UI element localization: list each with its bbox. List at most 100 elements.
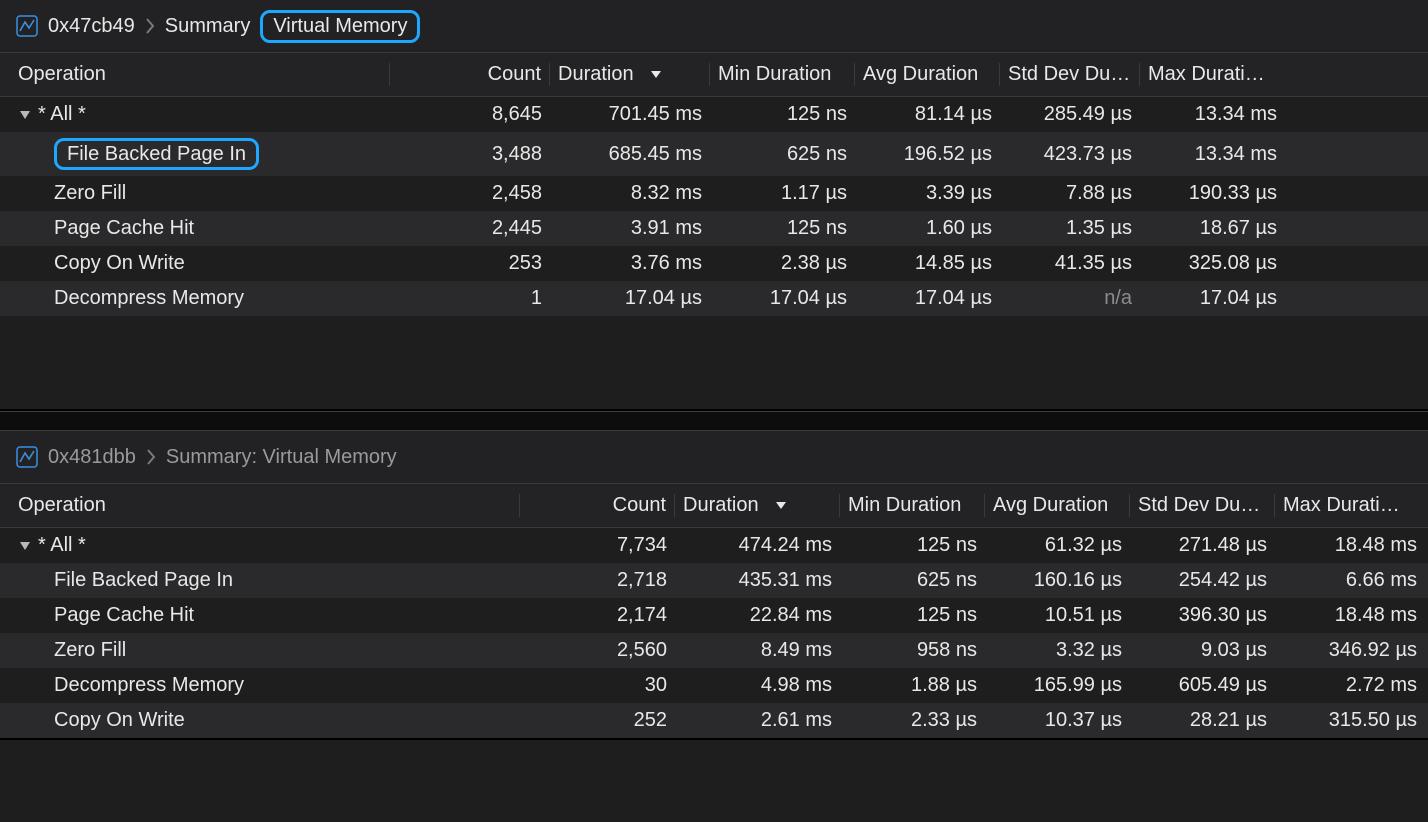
cell-max: 190.33 µs [1140, 182, 1285, 205]
cell-max: 2.72 ms [1275, 674, 1425, 697]
cell-min: 625 ns [840, 569, 985, 592]
cell-max: 6.66 ms [1275, 569, 1425, 592]
panel-bottom: 0x481dbb Summary: Virtual Memory Operati… [0, 431, 1428, 740]
breadcrumb-address[interactable]: 0x47cb49 [48, 15, 135, 38]
table-row[interactable]: Decompress Memory 1 17.04 µs 17.04 µs 17… [0, 281, 1428, 316]
cell-std: 7.88 µs [1000, 182, 1140, 205]
cell-avg: 61.32 µs [985, 534, 1130, 557]
row-name: File Backed Page In [54, 569, 233, 592]
cell-count: 3,488 [390, 143, 550, 166]
cell-std: 1.35 µs [1000, 217, 1140, 240]
table-row[interactable]: * All * 8,645 701.45 ms 125 ns 81.14 µs … [0, 97, 1428, 132]
cell-dur: 3.76 ms [550, 252, 710, 275]
cell-dur: 435.31 ms [675, 569, 840, 592]
col-count[interactable]: Count [520, 494, 675, 517]
cell-avg: 1.60 µs [855, 217, 1000, 240]
table-row[interactable]: Zero Fill 2,458 8.32 ms 1.17 µs 3.39 µs … [0, 176, 1428, 211]
breadcrumb: 0x47cb49 Summary Virtual Memory [0, 0, 1428, 53]
table-row[interactable]: File Backed Page In 2,718 435.31 ms 625 … [0, 563, 1428, 598]
row-name: * All * [38, 103, 86, 126]
cell-avg: 10.51 µs [985, 604, 1130, 627]
table-row[interactable]: Page Cache Hit 2,174 22.84 ms 125 ns 10.… [0, 598, 1428, 633]
panel-top: 0x47cb49 Summary Virtual Memory Operatio… [0, 0, 1428, 411]
row-name: Zero Fill [54, 182, 126, 205]
breadcrumb-summary[interactable]: Summary [165, 15, 251, 38]
table-row[interactable]: * All * 7,734 474.24 ms 125 ns 61.32 µs … [0, 528, 1428, 563]
cell-dur: 17.04 µs [550, 287, 710, 310]
col-duration[interactable]: Duration [550, 63, 710, 86]
table-header: Operation Count Duration Min Duration Av… [0, 53, 1428, 97]
disclosure-triangle-icon[interactable] [18, 108, 32, 122]
col-duration[interactable]: Duration [675, 494, 840, 517]
cell-count: 2,445 [390, 217, 550, 240]
row-name: Copy On Write [54, 709, 185, 732]
cell-dur: 685.45 ms [550, 143, 710, 166]
table-row[interactable]: Decompress Memory 30 4.98 ms 1.88 µs 165… [0, 668, 1428, 703]
cell-avg: 17.04 µs [855, 287, 1000, 310]
cell-count: 2,458 [390, 182, 550, 205]
sort-descending-icon [774, 499, 788, 511]
cell-avg: 10.37 µs [985, 709, 1130, 732]
table-row[interactable]: File Backed Page In 3,488 685.45 ms 625 … [0, 132, 1428, 176]
cell-std: 271.48 µs [1130, 534, 1275, 557]
disclosure-triangle-icon[interactable] [18, 539, 32, 553]
cell-avg: 196.52 µs [855, 143, 1000, 166]
table-row[interactable]: Page Cache Hit 2,445 3.91 ms 125 ns 1.60… [0, 211, 1428, 246]
breadcrumb-address[interactable]: 0x481dbb [48, 446, 136, 469]
cell-max: 13.34 ms [1140, 103, 1285, 126]
cell-max: 18.67 µs [1140, 217, 1285, 240]
cell-count: 2,560 [520, 639, 675, 662]
col-operation[interactable]: Operation [10, 63, 390, 86]
cell-max: 18.48 ms [1275, 534, 1425, 557]
cell-std: 605.49 µs [1130, 674, 1275, 697]
cell-dur: 3.91 ms [550, 217, 710, 240]
breadcrumb-summary[interactable]: Summary: Virtual Memory [166, 446, 397, 469]
col-std-dev[interactable]: Std Dev Du… [1130, 494, 1275, 517]
cell-std: 41.35 µs [1000, 252, 1140, 275]
cell-count: 8,645 [390, 103, 550, 126]
cell-avg: 165.99 µs [985, 674, 1130, 697]
table-row[interactable]: Copy On Write 253 3.76 ms 2.38 µs 14.85 … [0, 246, 1428, 281]
col-max-duration[interactable]: Max Durati… [1140, 63, 1285, 86]
table-header: Operation Count Duration Min Duration Av… [0, 484, 1428, 528]
table-row[interactable]: Zero Fill 2,560 8.49 ms 958 ns 3.32 µs 9… [0, 633, 1428, 668]
cell-avg: 3.39 µs [855, 182, 1000, 205]
cell-dur: 8.32 ms [550, 182, 710, 205]
cell-min: 1.88 µs [840, 674, 985, 697]
cell-max: 13.34 ms [1140, 143, 1285, 166]
cell-min: 958 ns [840, 639, 985, 662]
breadcrumb-virtual-memory-highlight[interactable]: Virtual Memory [260, 10, 420, 43]
col-std-dev[interactable]: Std Dev Du… [1000, 63, 1140, 86]
row-name: Copy On Write [54, 252, 185, 275]
cell-max: 315.50 µs [1275, 709, 1425, 732]
col-count[interactable]: Count [390, 63, 550, 86]
cell-count: 253 [390, 252, 550, 275]
cell-dur: 4.98 ms [675, 674, 840, 697]
col-min-duration[interactable]: Min Duration [840, 494, 985, 517]
col-avg-duration[interactable]: Avg Duration [985, 494, 1130, 517]
row-name: File Backed Page In [67, 143, 246, 165]
cell-dur: 474.24 ms [675, 534, 840, 557]
col-avg-duration[interactable]: Avg Duration [855, 63, 1000, 86]
col-max-duration[interactable]: Max Durati… [1275, 494, 1425, 517]
cell-max: 17.04 µs [1140, 287, 1285, 310]
cell-min: 1.17 µs [710, 182, 855, 205]
cell-dur: 8.49 ms [675, 639, 840, 662]
cell-std: 423.73 µs [1000, 143, 1140, 166]
cell-min: 125 ns [710, 217, 855, 240]
row-name: Page Cache Hit [54, 217, 194, 240]
cell-avg: 14.85 µs [855, 252, 1000, 275]
chevron-right-icon [145, 17, 155, 35]
cell-min: 2.33 µs [840, 709, 985, 732]
col-operation[interactable]: Operation [10, 494, 520, 517]
cell-avg: 160.16 µs [985, 569, 1130, 592]
cell-max: 346.92 µs [1275, 639, 1425, 662]
col-min-duration[interactable]: Min Duration [710, 63, 855, 86]
cell-dur: 2.61 ms [675, 709, 840, 732]
table-row[interactable]: Copy On Write 252 2.61 ms 2.33 µs 10.37 … [0, 703, 1428, 738]
cell-count: 7,734 [520, 534, 675, 557]
cell-avg: 3.32 µs [985, 639, 1130, 662]
panel-divider[interactable] [0, 411, 1428, 431]
cell-std: 254.42 µs [1130, 569, 1275, 592]
breadcrumb-vm-label: Virtual Memory [273, 15, 407, 37]
